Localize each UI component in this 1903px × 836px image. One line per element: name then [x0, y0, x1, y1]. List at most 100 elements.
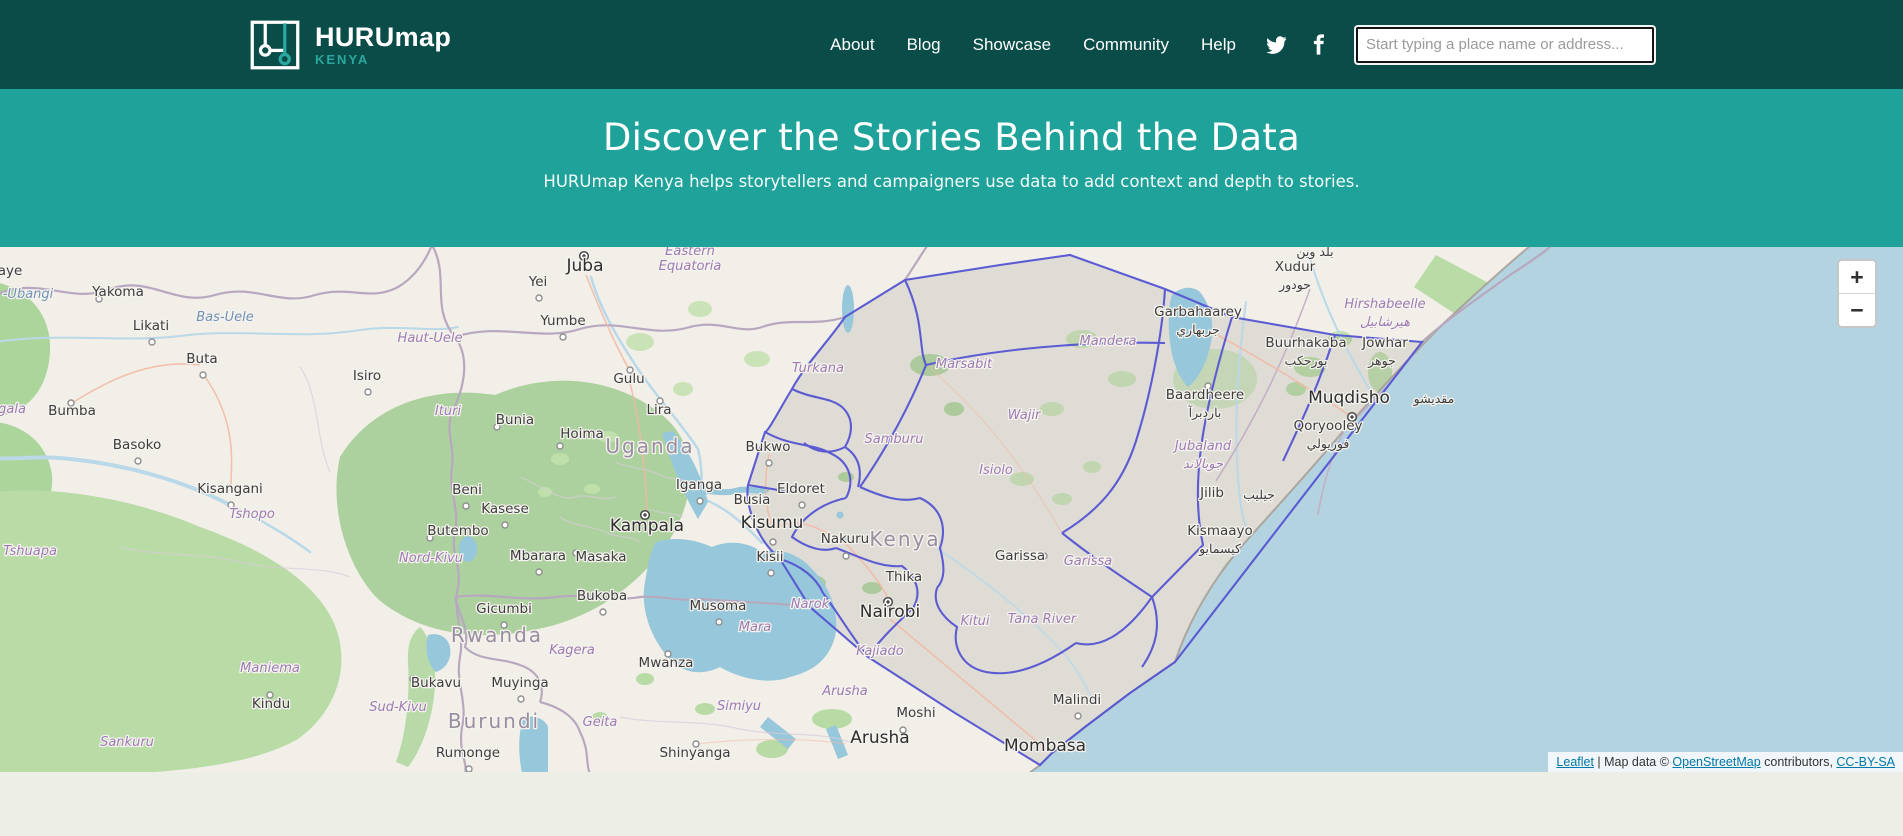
map-label: Musoma [690, 598, 747, 614]
nav-showcase[interactable]: Showcase [973, 35, 1051, 55]
map-label: Narok [791, 597, 830, 612]
leaflet-link[interactable]: Leaflet [1556, 755, 1594, 769]
osm-link[interactable]: OpenStreetMap [1672, 755, 1760, 769]
map-label: Mwanza [639, 655, 694, 671]
place-search-input[interactable] [1356, 27, 1654, 63]
map-label: Masaka [575, 549, 626, 565]
footer-strip [0, 772, 1903, 836]
map-label: Iganga [676, 477, 722, 493]
hero-banner: Discover the Stories Behind the Data HUR… [0, 89, 1903, 247]
map-label: Tshuapa [3, 544, 57, 559]
town-marker [768, 570, 774, 576]
town-marker [900, 727, 906, 733]
brand-logo[interactable]: HURUmap KENYA [249, 19, 451, 71]
map-label: Haut-Uele [398, 331, 463, 346]
map-label: Mara [739, 620, 772, 635]
map-label: Busia [734, 492, 771, 508]
map-label: كيسمايو [1198, 541, 1241, 557]
attribution-text: | Map data © [1594, 755, 1672, 769]
map-label: Butembo [427, 523, 488, 539]
nav-about[interactable]: About [830, 35, 874, 55]
map-label: حودور [1278, 277, 1311, 293]
map-label: Kismaayo [1187, 523, 1253, 539]
town-marker [536, 569, 542, 575]
town-marker [536, 295, 542, 301]
license-link[interactable]: CC-BY-SA [1836, 755, 1895, 769]
zoom-in-button[interactable]: + [1839, 261, 1875, 293]
map-label: جوبالاند [1183, 457, 1224, 472]
map-label: Hirshabeelle [1344, 297, 1425, 312]
map-label: Buurhakaba [1265, 335, 1346, 351]
map-label: Bunia [496, 412, 534, 428]
map-label: Kisumu [741, 513, 804, 533]
map-label: Garissa [995, 548, 1045, 564]
map-label: Nairobi [860, 602, 920, 622]
map-label: هيرشابيل [1360, 315, 1410, 330]
map-label: Thika [885, 569, 922, 585]
leaflet-map[interactable]: ayeYakomaLikatiButaIsiroBumbaBasokoKisan… [0, 247, 1903, 772]
map-label: Kitui [960, 614, 989, 629]
map-label: Qoryooley [1294, 418, 1363, 434]
map-label: Kisangani [197, 481, 263, 497]
map-canvas: ayeYakomaLikatiButaIsiroBumbaBasokoKisan… [0, 247, 1903, 772]
town-marker [560, 334, 566, 340]
map-label: Arusha [821, 684, 867, 699]
map-label: Uganda [605, 434, 694, 458]
map-label: باردبرآ [1188, 405, 1222, 421]
map-zoom-control: + − [1837, 259, 1877, 328]
map-label: Tana River [1008, 612, 1078, 627]
map-label: Garissa [1064, 554, 1113, 569]
town-marker [463, 503, 469, 509]
map-label: Burundi [448, 709, 540, 733]
map-label: Gulu [613, 371, 644, 387]
town-marker [518, 696, 524, 702]
map-label: Yumbe [539, 313, 585, 329]
facebook-icon[interactable] [1313, 34, 1324, 55]
nav-help[interactable]: Help [1201, 35, 1236, 55]
brand-country: KENYA [315, 53, 451, 67]
map-label: Nord-Kivu [399, 551, 463, 566]
map-label: Equatoria [659, 259, 722, 274]
map-label: جوهر [1367, 353, 1396, 369]
map-label: Mbarara [510, 548, 566, 564]
map-label: Ituri [435, 404, 462, 419]
map-label: مقديشو [1413, 391, 1455, 407]
map-label: Wajir [1008, 408, 1042, 423]
map-label: Mandera [1080, 334, 1137, 349]
map-label: Juba [566, 256, 604, 276]
map-label: Tshopo [229, 507, 275, 522]
map-label: Geita [583, 715, 618, 730]
map-label: Samburu [865, 432, 924, 447]
map-label: Isiolo [979, 463, 1013, 478]
nav-blog[interactable]: Blog [907, 35, 941, 55]
map-label: Maniema [240, 661, 300, 676]
map-label: Jowhar [1361, 335, 1408, 351]
hero-title: Discover the Stories Behind the Data [0, 89, 1903, 159]
town-marker [697, 498, 703, 504]
zoom-out-button[interactable]: − [1839, 293, 1875, 326]
attribution-contributors: contributors, [1761, 755, 1837, 769]
town-marker [365, 389, 371, 395]
map-label: Malindi [1053, 692, 1101, 708]
town-marker [200, 372, 206, 378]
map-label: فوريولي [1307, 436, 1350, 452]
hurumap-logo-icon [249, 19, 301, 71]
twitter-icon[interactable] [1266, 36, 1287, 54]
map-label: Bas-Uele [196, 310, 253, 325]
town-marker [716, 619, 722, 625]
map-label: Kenya [869, 527, 940, 551]
map-label: Bumba [48, 403, 96, 419]
map-label: Baardheere [1166, 387, 1244, 403]
map-label: بورحكب [1285, 353, 1328, 369]
map-label: Eldoret [777, 481, 825, 497]
map-label: Buta [186, 351, 217, 367]
map-label: Kasese [481, 501, 529, 517]
map-label: Gicumbi [476, 601, 532, 617]
town-marker [135, 458, 141, 464]
map-label: Rumonge [436, 745, 500, 761]
town-marker [502, 522, 508, 528]
nav-community[interactable]: Community [1083, 35, 1169, 55]
map-label: Bukoba [577, 588, 627, 604]
town-marker [766, 460, 772, 466]
map-label: Kisii [756, 549, 783, 565]
